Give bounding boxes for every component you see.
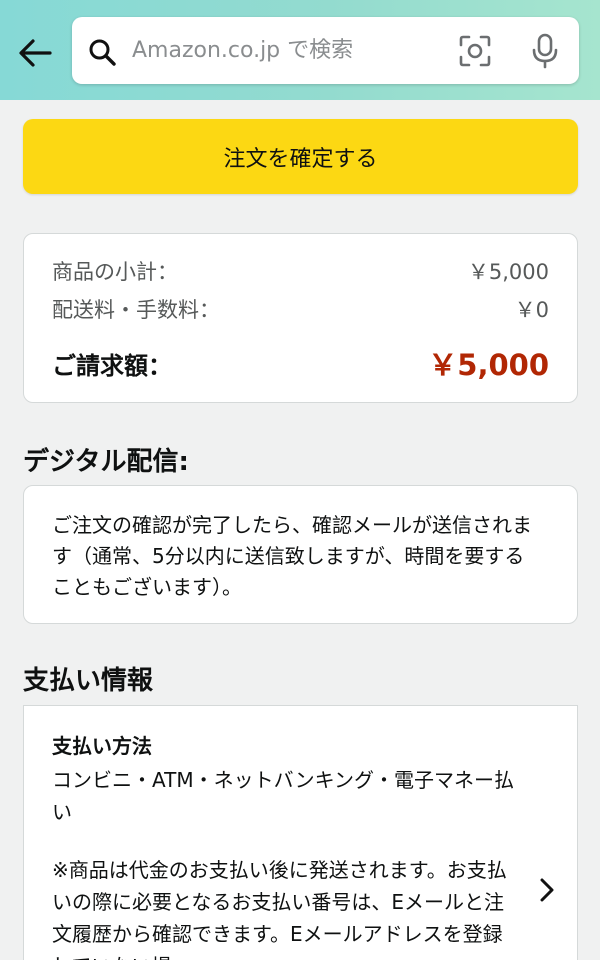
total-value: ￥5,000 [428, 348, 549, 382]
digital-delivery-title: デジタル配信: [23, 447, 189, 477]
shipping-label: 配送料・手数料： [52, 298, 220, 322]
search-input[interactable] [130, 27, 450, 73]
back-button[interactable] [14, 32, 56, 74]
payment-method-card[interactable]: 支払い方法 コンビニ・ATM・ネットバンキング・電子マネー払い ※商品は代金のお… [23, 705, 578, 960]
payment-method-value: コンビニ・ATM・ネットバンキング・電子マネー払い [52, 768, 515, 824]
top-bar [0, 0, 600, 100]
total-row: ご請求額： ￥5,000 [52, 342, 549, 384]
payment-info-title: 支払い情報 [23, 666, 154, 696]
order-summary-card: 商品の小計： ￥5,000 配送料・手数料： ￥0 ご請求額： ￥5,000 [23, 233, 578, 403]
subtotal-row: 商品の小計： ￥5,000 [52, 256, 549, 286]
search-icon [89, 39, 116, 66]
total-label: ご請求額： [52, 351, 172, 380]
payment-method-heading: 支払い方法 [52, 734, 152, 758]
shipping-row: 配送料・手数料： ￥0 [52, 294, 549, 324]
payment-note: ※商品は代金のお支払い後に発送されます。お支払いの際に必要となるお支払い番号は、… [52, 858, 507, 960]
subtotal-value: ￥5,000 [467, 260, 549, 284]
digital-delivery-text: ご注文の確認が完了したら、確認メールが送信されます（通常、5分以内に送信致します… [52, 513, 532, 599]
chevron-right-icon[interactable] [536, 876, 558, 904]
search-bar [72, 17, 579, 84]
subtotal-label: 商品の小計： [52, 260, 178, 284]
microphone-icon[interactable] [530, 33, 560, 69]
digital-delivery-card: ご注文の確認が完了したら、確認メールが送信されます（通常、5分以内に送信致します… [23, 485, 578, 624]
place-order-button[interactable]: 注文を確定する [23, 119, 578, 194]
camera-scan-icon[interactable] [458, 34, 492, 68]
arrow-left-icon [19, 39, 52, 67]
shipping-value: ￥0 [514, 298, 549, 322]
